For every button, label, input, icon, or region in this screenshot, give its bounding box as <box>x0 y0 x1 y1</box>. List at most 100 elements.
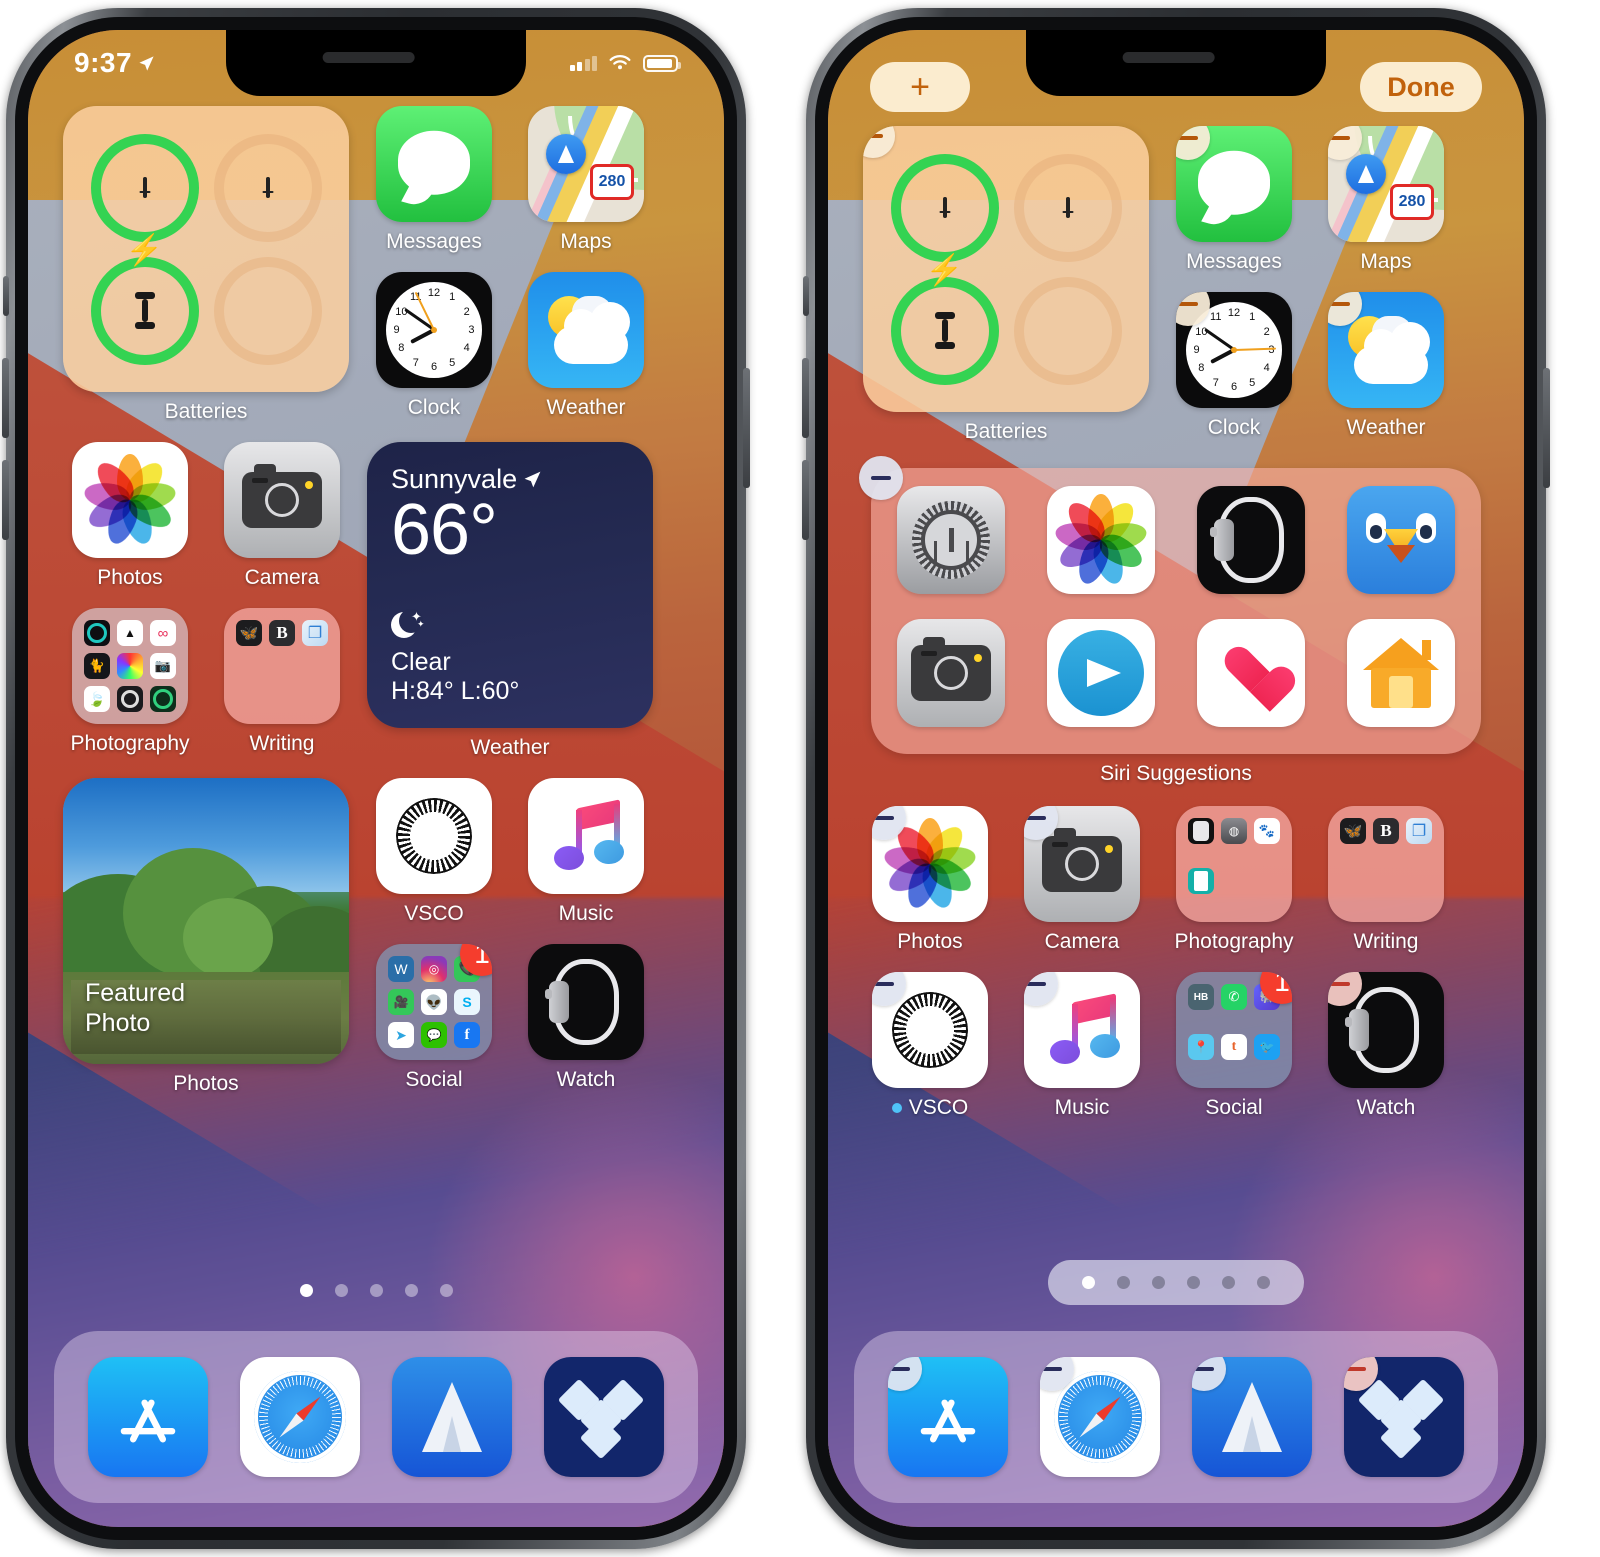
maps-icon[interactable]: 280 <box>528 106 644 222</box>
folder-social[interactable]: 1 HB ✆ 🐘 📍 t 🐦 Social <box>1158 972 1310 1120</box>
mute-switch[interactable] <box>3 276 9 316</box>
dock-safari[interactable] <box>1040 1357 1160 1477</box>
remove-messages-button[interactable] <box>1176 126 1210 160</box>
app-photos[interactable]: Photos <box>854 806 1006 954</box>
weather-widget-body[interactable]: Sunnyvale 66° ✦ ✦ Clear H:84° L:60° <box>367 442 653 728</box>
writing-folder-icon[interactable]: 🦋 B ❐ <box>1328 806 1444 922</box>
remove-vsco-button[interactable] <box>872 972 906 1006</box>
app-store-icon[interactable] <box>888 1357 1008 1477</box>
music-icon[interactable] <box>1024 972 1140 1088</box>
clock-icon[interactable]: 12 1 2 3 4 5 6 7 8 9 10 11 <box>376 272 492 388</box>
app-messages[interactable]: Messages <box>358 106 510 254</box>
weather-icon[interactable] <box>1328 292 1444 408</box>
vsco-icon[interactable] <box>872 972 988 1088</box>
safari-icon[interactable] <box>1040 1357 1160 1477</box>
app-maps[interactable]: 280 Maps <box>510 106 662 254</box>
widget-label-weather: Weather <box>470 736 550 759</box>
spark-mail-icon[interactable] <box>1192 1357 1312 1477</box>
app-watch[interactable]: Watch <box>1310 972 1462 1120</box>
watch-icon[interactable] <box>1197 486 1305 594</box>
photos-icon[interactable] <box>872 806 988 922</box>
tweetbot-icon[interactable] <box>1347 486 1455 594</box>
health-icon[interactable] <box>1197 619 1305 727</box>
app-clock[interactable]: 12 1 2 3 4 5 6 7 8 9 10 11 Clock <box>358 272 510 420</box>
telegram-icon[interactable] <box>1047 619 1155 727</box>
folder-writing[interactable]: 🦋 B ❐ Writing <box>206 608 358 756</box>
camera-icon[interactable] <box>224 442 340 558</box>
app-watch[interactable]: Watch <box>510 944 662 1092</box>
dock-app-store[interactable] <box>88 1357 208 1477</box>
dropbox-icon[interactable] <box>1344 1357 1464 1477</box>
maps-icon[interactable]: 280 <box>1328 126 1444 242</box>
volume-up-button[interactable] <box>802 358 809 438</box>
folder-social[interactable]: 1 W ◎ 📞 🎥 👽 S ➤ <box>358 944 510 1092</box>
spark-mail-icon[interactable] <box>392 1357 512 1477</box>
dock-spark[interactable] <box>392 1357 512 1477</box>
featured-photo-widget-body[interactable]: Featured Photo <box>63 778 349 1064</box>
music-icon[interactable] <box>528 778 644 894</box>
weather-icon[interactable] <box>528 272 644 388</box>
volume-down-button[interactable] <box>802 460 809 540</box>
dropbox-icon[interactable] <box>544 1357 664 1477</box>
photography-folder-icon[interactable]: ▲ ∞ 🐈 📷 🍃 <box>72 608 188 724</box>
page-dots[interactable] <box>28 1284 724 1297</box>
messages-icon[interactable] <box>376 106 492 222</box>
volume-down-button[interactable] <box>2 460 9 540</box>
folder-photography[interactable]: ◍ 🐾 Photography <box>1158 806 1310 954</box>
dock-spark[interactable] <box>1192 1357 1312 1477</box>
side-power-button[interactable] <box>1543 368 1550 488</box>
app-vsco[interactable]: VSCO <box>358 778 510 926</box>
clock-icon[interactable]: 12 1 2 3 4 5 6 7 8 9 10 11 <box>1176 292 1292 408</box>
widget-batteries[interactable]: ⚡ Batteries <box>54 106 358 424</box>
widget-featured-photo[interactable]: Featured Photo Photos <box>54 778 358 1096</box>
app-clock[interactable]: 12 1 2 3 4 5 6 7 8 9 10 11 Clock <box>1158 292 1310 440</box>
messages-icon[interactable] <box>1176 126 1292 242</box>
widget-weather[interactable]: Sunnyvale 66° ✦ ✦ Clear H:84° L:60° Weat… <box>358 442 662 760</box>
photos-icon[interactable] <box>1047 486 1155 594</box>
remove-camera-button[interactable] <box>1024 806 1058 840</box>
social-folder-icon[interactable]: 1 HB ✆ 🐘 📍 t 🐦 <box>1176 972 1292 1088</box>
photography-folder-icon[interactable]: ◍ 🐾 <box>1176 806 1292 922</box>
siri-suggestions-widget-body[interactable] <box>859 456 1481 754</box>
camera-icon[interactable] <box>897 619 1005 727</box>
dock-dropbox[interactable] <box>1344 1357 1464 1477</box>
remove-spark-button[interactable] <box>1192 1357 1226 1391</box>
batteries-widget-body[interactable]: ⚡ <box>63 106 349 392</box>
side-power-button[interactable] <box>743 368 750 488</box>
social-folder-icon[interactable]: 1 W ◎ 📞 🎥 👽 S ➤ <box>376 944 492 1060</box>
done-button[interactable]: Done <box>1360 62 1482 112</box>
folder-photography[interactable]: ▲ ∞ 🐈 📷 🍃 Photography <box>54 608 206 756</box>
app-maps[interactable]: 280 Maps <box>1310 126 1462 274</box>
mute-switch[interactable] <box>803 276 809 316</box>
vsco-icon[interactable] <box>376 778 492 894</box>
widget-siri-suggestions[interactable]: Siri Suggestions <box>854 456 1498 786</box>
app-messages[interactable]: Messages <box>1158 126 1310 274</box>
dock-dropbox[interactable] <box>544 1357 664 1477</box>
remove-siri-suggestions-button[interactable] <box>859 456 903 500</box>
app-vsco[interactable]: VSCO <box>854 972 1006 1120</box>
app-camera[interactable]: Camera <box>206 442 358 590</box>
batteries-widget-body[interactable]: ⚡ <box>863 126 1149 412</box>
app-camera[interactable]: Camera <box>1006 806 1158 954</box>
camera-icon[interactable] <box>1024 806 1140 922</box>
app-weather[interactable]: Weather <box>1310 292 1462 440</box>
dock-app-store[interactable] <box>888 1357 1008 1477</box>
widget-batteries[interactable]: ⚡ Batteries <box>854 126 1158 444</box>
volume-up-button[interactable] <box>2 358 9 438</box>
app-weather[interactable]: Weather <box>510 272 662 420</box>
app-music[interactable]: Music <box>1006 972 1158 1120</box>
safari-icon[interactable] <box>240 1357 360 1477</box>
page-dots-pill[interactable] <box>1048 1260 1304 1305</box>
watch-icon[interactable] <box>528 944 644 1060</box>
home-icon[interactable] <box>1347 619 1455 727</box>
watch-icon[interactable] <box>1328 972 1444 1088</box>
app-store-icon[interactable] <box>88 1357 208 1477</box>
settings-icon[interactable] <box>897 486 1005 594</box>
add-widget-button[interactable]: + <box>870 62 970 112</box>
app-music[interactable]: Music <box>510 778 662 926</box>
folder-writing[interactable]: 🦋 B ❐ Writing <box>1310 806 1462 954</box>
app-photos[interactable]: Photos <box>54 442 206 590</box>
dock-safari[interactable] <box>240 1357 360 1477</box>
writing-folder-icon[interactable]: 🦋 B ❐ <box>224 608 340 724</box>
photos-icon[interactable] <box>72 442 188 558</box>
